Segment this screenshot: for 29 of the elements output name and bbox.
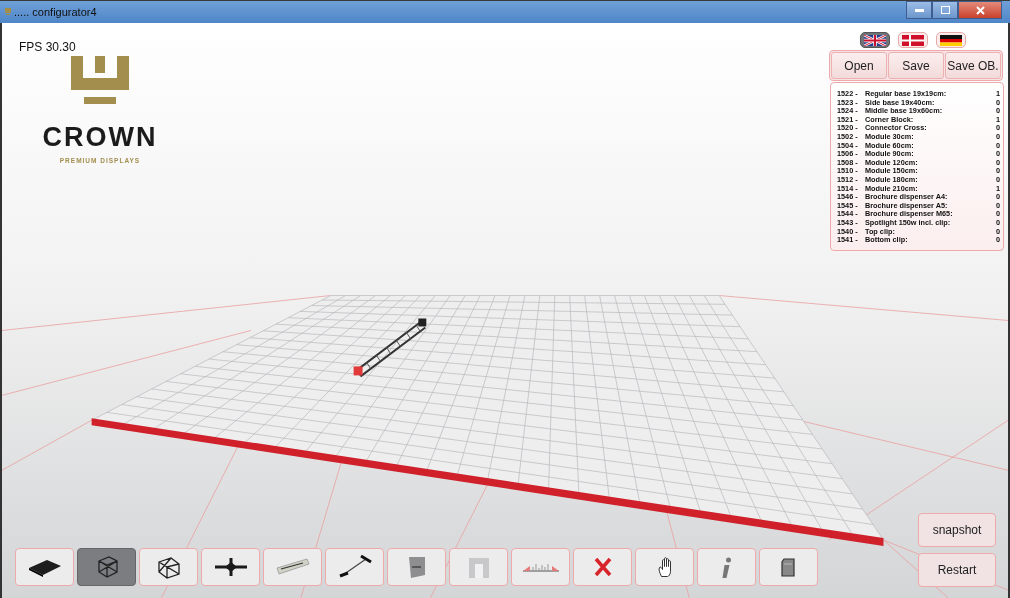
logo-icon — [71, 56, 129, 106]
tool-button[interactable] — [139, 548, 198, 586]
german-flag-icon — [940, 34, 962, 46]
close-button[interactable] — [958, 1, 1002, 19]
file-button[interactable]: Save — [888, 52, 944, 79]
action-button[interactable]: Restart — [918, 553, 996, 587]
uk-flag-icon — [864, 34, 886, 46]
info-icon — [722, 556, 731, 578]
ruler-icon — [522, 562, 559, 572]
maximize-icon — [940, 6, 950, 14]
action-button[interactable]: snapshot — [918, 513, 996, 547]
window-title: ..... configurator4 — [14, 6, 97, 18]
language-button[interactable] — [860, 32, 890, 48]
tool-button[interactable] — [15, 548, 74, 586]
tool-button[interactable] — [325, 548, 384, 586]
logo-wordmark: CROWN — [42, 124, 158, 151]
close-icon — [975, 5, 985, 15]
fps-counter: FPS 30.30 — [19, 40, 76, 54]
danish-flag-icon — [902, 34, 924, 46]
minimize-icon — [914, 8, 924, 12]
language-button[interactable] — [936, 32, 966, 48]
hand-icon — [658, 557, 671, 577]
app-icon — [4, 8, 12, 16]
file-button[interactable]: Open — [831, 52, 887, 79]
maximize-button[interactable] — [932, 1, 958, 19]
tool-button[interactable] — [201, 548, 260, 586]
file-button[interactable]: Save OB. — [945, 52, 1001, 79]
minimize-button[interactable] — [906, 1, 932, 19]
tool-button[interactable] — [635, 548, 694, 586]
